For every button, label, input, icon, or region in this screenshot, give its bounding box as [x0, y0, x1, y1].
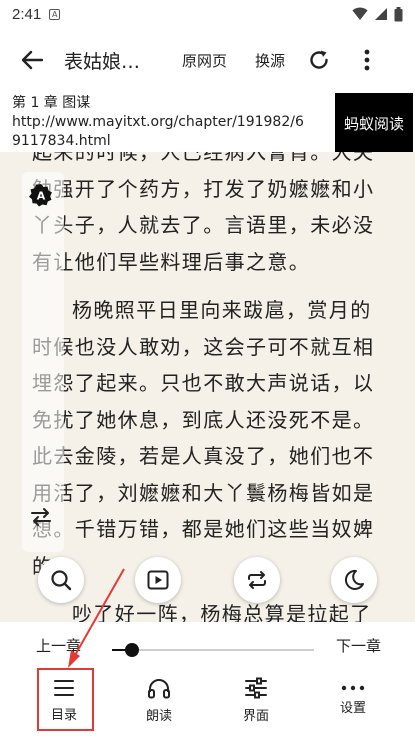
more-icon	[341, 685, 365, 690]
chapter-url[interactable]: http://www.mayitxt.org/chapter/191982/69…	[12, 113, 312, 151]
more-vert-icon	[364, 49, 370, 71]
repeat-icon	[248, 571, 266, 589]
auto-page-button[interactable]	[135, 557, 181, 603]
font-size-button[interactable]: A	[28, 182, 54, 208]
tab-label: 设置	[339, 700, 366, 716]
change-source-button[interactable]: 换源	[255, 50, 285, 71]
search-button[interactable]	[38, 557, 84, 603]
battery-icon	[394, 6, 403, 21]
wifi-icon	[352, 7, 368, 20]
next-chapter-button[interactable]: 下一章	[336, 635, 381, 656]
swap-horizontal-icon	[31, 508, 51, 526]
text-line: 起来的时候，人已经病入膏肓。大夫	[32, 152, 375, 164]
progress-slider-thumb[interactable]	[125, 643, 140, 657]
night-mode-button[interactable]	[331, 557, 377, 603]
moon-icon	[344, 569, 364, 590]
refresh-button[interactable]	[297, 38, 341, 82]
back-button[interactable]	[0, 28, 64, 92]
tab-label: 朗读	[145, 708, 172, 724]
tab-read-aloud[interactable]: 朗读	[111, 668, 207, 732]
play-box-icon	[147, 570, 169, 590]
side-toolbar	[22, 172, 64, 552]
prev-chapter-button[interactable]: 上一章	[36, 635, 96, 656]
app-bar: 表姑娘… 原网页 换源	[0, 28, 415, 92]
font-a-icon: A	[29, 184, 52, 207]
swap-direction-button[interactable]	[28, 504, 54, 530]
refresh-icon	[310, 50, 328, 69]
source-name-button[interactable]: 蚂蚁阅读	[335, 93, 413, 153]
original-page-button[interactable]: 原网页	[182, 50, 227, 71]
svg-text:A: A	[37, 190, 46, 203]
tab-interface[interactable]: 界面	[208, 668, 304, 732]
highlight-annotation	[37, 668, 94, 731]
search-icon	[51, 570, 72, 591]
more-menu-button[interactable]	[345, 38, 389, 82]
sliders-icon	[245, 677, 267, 698]
status-icons	[352, 6, 403, 22]
book-title: 表姑娘…	[64, 50, 141, 73]
replace-rule-button[interactable]	[234, 557, 280, 603]
status-time: 2:41	[12, 5, 42, 23]
signal-icon	[375, 8, 387, 20]
notification-icon: A	[49, 8, 61, 20]
chapter-progress-row: 上一章 下一章	[0, 622, 415, 668]
tab-settings[interactable]: 设置	[305, 668, 401, 732]
status-bar: 2:41 A	[0, 0, 415, 28]
progress-slider[interactable]	[112, 643, 314, 657]
tab-label: 界面	[242, 708, 269, 724]
arrow-left-icon	[21, 50, 43, 70]
headphones-icon	[148, 678, 170, 698]
